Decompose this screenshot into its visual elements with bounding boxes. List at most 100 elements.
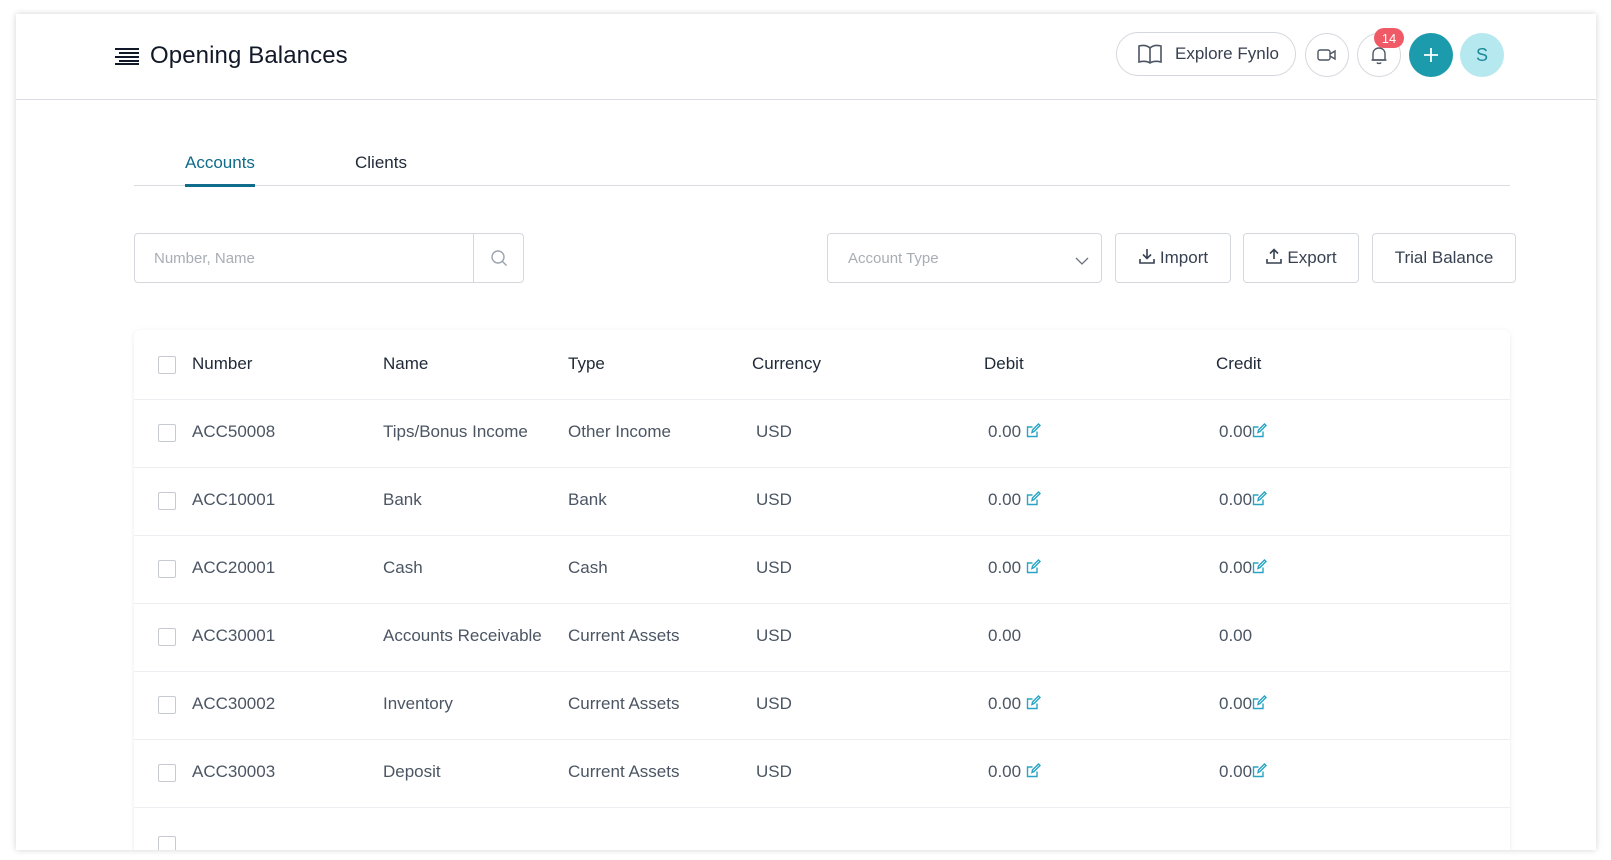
debit-cell: 0.00	[988, 694, 1041, 714]
row-checkbox[interactable]	[158, 696, 176, 714]
edit-icon[interactable]	[1252, 423, 1268, 438]
table-row[interactable]: ACC50008 Tips/Bonus Income Other Income …	[134, 398, 1510, 468]
table-row[interactable]: ACC30003 Deposit Current Assets USD 0.00…	[134, 738, 1510, 808]
account-name: Accounts Receivable	[383, 626, 542, 645]
row-checkbox[interactable]	[158, 560, 176, 578]
credit-value: 0.00	[1219, 762, 1253, 781]
column-header-name[interactable]: Name	[383, 354, 428, 374]
account-type-select[interactable]: Account Type	[827, 233, 1102, 283]
row-checkbox[interactable]	[158, 764, 176, 782]
column-header-credit[interactable]: Credit	[1216, 354, 1261, 374]
table-row[interactable]: ACC30002 Inventory Current Assets USD 0.…	[134, 670, 1510, 740]
table-header-row: Number Name Type Currency Debit Credit	[134, 330, 1510, 400]
import-button[interactable]: Import	[1115, 233, 1231, 283]
menu-lines-icon[interactable]	[115, 47, 141, 65]
account-currency: USD	[756, 558, 792, 577]
debit-cell: 0.00	[988, 558, 1041, 578]
edit-icon[interactable]	[1026, 695, 1041, 710]
video-camera-icon	[1317, 49, 1336, 61]
debit-cell: 0.00	[988, 490, 1041, 510]
table-row[interactable]: ACC30001 Accounts Receivable Current Ass…	[134, 602, 1510, 672]
row-checkbox[interactable]	[158, 836, 176, 850]
account-number: ACC50008	[192, 422, 276, 441]
app-window: Opening Balances Explore Fynlo 14 S Acco…	[16, 14, 1596, 850]
trial-balance-label: Trial Balance	[1394, 248, 1494, 267]
account-number: ACC10001	[192, 490, 276, 509]
table-row[interactable]: ACC20001 Cash Cash USD 0.00 0.00	[134, 534, 1510, 604]
account-number: ACC30002	[192, 694, 276, 713]
account-name: Deposit	[383, 762, 441, 781]
account-currency: USD	[756, 626, 792, 645]
upload-icon	[1266, 248, 1283, 264]
column-header-number[interactable]: Number	[192, 354, 252, 374]
credit-cell: 0.00	[1219, 422, 1268, 442]
debit-value: 0.00	[988, 626, 1022, 645]
edit-icon[interactable]	[1252, 559, 1268, 574]
column-header-currency[interactable]: Currency	[752, 354, 821, 374]
bell-icon	[1371, 47, 1387, 65]
edit-icon[interactable]	[1252, 695, 1268, 710]
row-checkbox[interactable]	[158, 492, 176, 510]
column-header-type[interactable]: Type	[568, 354, 605, 374]
column-header-debit[interactable]: Debit	[984, 354, 1024, 374]
credit-value: 0.00	[1219, 558, 1253, 577]
credit-cell: 0.00	[1219, 694, 1268, 714]
account-currency: USD	[756, 490, 792, 509]
credit-cell: 0.00	[1219, 558, 1268, 578]
account-type: Current Assets	[568, 626, 680, 645]
account-number: ACC30003	[192, 762, 276, 781]
edit-icon[interactable]	[1252, 491, 1268, 506]
debit-cell: 0.00	[988, 762, 1041, 782]
row-checkbox[interactable]	[158, 628, 176, 646]
debit-value: 0.00	[988, 694, 1022, 713]
explore-label: Explore Fynlo	[1175, 44, 1279, 63]
credit-cell: 0.00	[1219, 762, 1268, 782]
table-row[interactable]: ACC10001 Bank Bank USD 0.00 0.00	[134, 466, 1510, 536]
account-type: Cash	[568, 558, 608, 577]
edit-icon[interactable]	[1026, 559, 1041, 574]
credit-cell: 0.00	[1219, 490, 1268, 510]
debit-cell: 0.00	[988, 422, 1041, 442]
edit-icon[interactable]	[1026, 491, 1041, 506]
debit-value: 0.00	[988, 490, 1022, 509]
tab-clients[interactable]: Clients	[355, 153, 407, 173]
trial-balance-button[interactable]: Trial Balance	[1372, 233, 1516, 283]
tab-accounts[interactable]: Accounts	[185, 153, 255, 187]
account-type: Current Assets	[568, 694, 680, 713]
page-title: Opening Balances	[150, 42, 348, 69]
export-button[interactable]: Export	[1243, 233, 1359, 283]
account-name: Bank	[383, 490, 422, 509]
debit-value: 0.00	[988, 422, 1022, 441]
account-currency: USD	[756, 422, 792, 441]
add-button[interactable]	[1409, 33, 1453, 77]
download-icon	[1139, 249, 1155, 264]
credit-value: 0.00	[1219, 626, 1253, 645]
account-name: Cash	[383, 558, 423, 577]
plus-icon	[1424, 48, 1438, 62]
table-row-partial[interactable]	[134, 806, 1510, 850]
user-avatar[interactable]: S	[1460, 33, 1504, 77]
search-button[interactable]	[473, 234, 523, 282]
select-all-checkbox[interactable]	[158, 356, 176, 374]
account-name: Inventory	[383, 694, 453, 713]
search-input[interactable]	[135, 234, 473, 282]
edit-icon[interactable]	[1026, 763, 1041, 778]
edit-icon[interactable]	[1252, 763, 1268, 778]
video-button[interactable]	[1305, 33, 1349, 77]
account-currency: USD	[756, 694, 792, 713]
chevron-down-icon	[1075, 257, 1089, 265]
account-number: ACC30001	[192, 626, 276, 645]
credit-value: 0.00	[1219, 694, 1253, 713]
export-label: Export	[1287, 248, 1337, 267]
explore-button[interactable]: Explore Fynlo	[1116, 32, 1296, 76]
account-type: Other Income	[568, 422, 671, 441]
debit-cell: 0.00	[988, 626, 1021, 646]
notification-badge: 14	[1374, 28, 1404, 48]
row-checkbox[interactable]	[158, 424, 176, 442]
credit-value: 0.00	[1219, 422, 1253, 441]
edit-icon[interactable]	[1026, 423, 1041, 438]
tab-bar: Accounts Clients	[134, 139, 1510, 187]
import-label: Import	[1159, 248, 1209, 267]
account-currency: USD	[756, 762, 792, 781]
account-type-placeholder: Account Type	[848, 249, 939, 267]
